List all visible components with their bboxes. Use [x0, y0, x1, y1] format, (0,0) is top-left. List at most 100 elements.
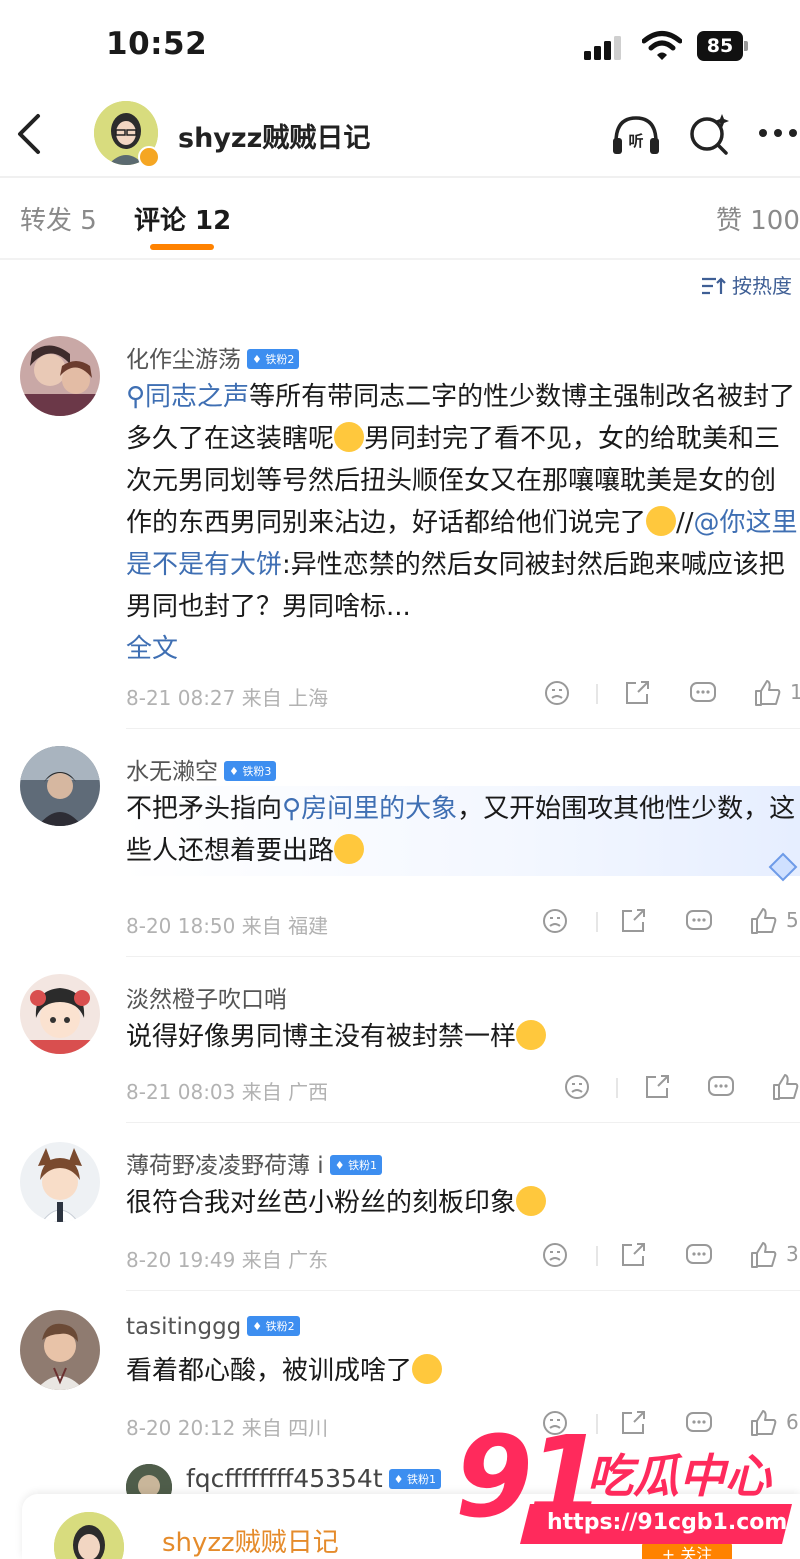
status-bar: 10:52 85 [0, 0, 800, 92]
divider [126, 728, 800, 729]
watermark-url: https://91cgb1.com [547, 1510, 788, 1535]
share-icon[interactable] [622, 678, 652, 708]
fan-badge-label: 铁粉3 [242, 765, 272, 778]
back-icon[interactable] [14, 112, 44, 156]
topic-search-icon: ⚲ [282, 794, 302, 824]
listen-icon[interactable]: 听 [608, 112, 664, 156]
reply-icon[interactable] [684, 1240, 714, 1270]
comment-text: 看着都心酸，被训成啥了 [126, 1350, 798, 1392]
bottom-account-name[interactable]: shyzz贼贼日记 [162, 1522, 339, 1559]
topic-search-icon: ⚲ [126, 382, 146, 412]
comment-text-segment: // [676, 508, 694, 538]
commenter-name-text: 淡然橙子吹口哨 [126, 987, 287, 1013]
topic-link[interactable]: ⚲房间里的大象 [282, 794, 457, 824]
reply-icon[interactable] [688, 678, 718, 708]
more-icon[interactable] [758, 128, 800, 138]
commenter-name-text: 水无濑空 [126, 759, 218, 785]
app-header: shyzz贼贼日记 听 [0, 92, 800, 178]
sort-label: 按热度 [732, 274, 792, 298]
status-time: 10:52 [106, 26, 208, 62]
comment-text-segment: 很符合我对丝芭小粉丝的刻板印象 [126, 1188, 517, 1218]
sort-icon [702, 277, 726, 295]
reply-icon[interactable] [684, 906, 714, 936]
commenter-name[interactable]: tasitinggg ♦ 铁粉2 [126, 1314, 300, 1340]
comment-text-segment: 不把矛头指向 [126, 794, 283, 824]
commenter-avatar[interactable] [20, 336, 100, 416]
divider [126, 956, 800, 957]
tab-likes[interactable]: 赞 100 [716, 200, 800, 237]
comment-meta: 8-20 18:50 来自 福建 [126, 914, 329, 938]
comment-text: 很符合我对丝芭小粉丝的刻板印象 [126, 1182, 798, 1224]
commenter-name[interactable]: fqcffffffff45354t ♦ 铁粉1 [186, 1464, 442, 1493]
commenter-avatar[interactable] [20, 1310, 100, 1390]
comment-meta: 8-20 20:12 来自 四川 [126, 1416, 329, 1440]
dislike-icon[interactable] [540, 1240, 570, 1270]
account-name[interactable]: shyzz贼贼日记 [178, 116, 370, 155]
share-icon[interactable] [642, 1072, 672, 1102]
comment-meta: 8-21 08:27 来自 上海 [126, 686, 329, 710]
fan-badge-label: 铁粉2 [265, 353, 295, 366]
topic-link-text: 房间里的大象 [301, 794, 458, 824]
battery-level: 85 [697, 31, 743, 61]
like-count: 1 [790, 680, 800, 704]
commenter-name-text: 化作尘游荡 [126, 347, 241, 373]
like-count: 3 [786, 1242, 799, 1266]
fan-badge: ♦ 铁粉1 [329, 1155, 383, 1175]
wifi-icon [642, 31, 682, 60]
fan-badge-label: 铁粉2 [265, 1320, 295, 1333]
like-icon[interactable] [770, 1072, 800, 1102]
divider [126, 1122, 800, 1123]
like-icon[interactable] [748, 1240, 778, 1270]
fan-badge: ♦ 铁粉3 [224, 761, 277, 781]
share-icon[interactable] [618, 906, 648, 936]
search-icon[interactable] [688, 110, 732, 156]
commenter-name-text: 薄荷野凌凌野荷薄 i [126, 1153, 324, 1179]
commenter-name-text: fqcffffffff45354t [186, 1464, 383, 1493]
share-icon[interactable] [618, 1240, 648, 1270]
like-icon[interactable] [748, 906, 778, 936]
commenter-name[interactable]: 淡然橙子吹口哨 [126, 980, 287, 1014]
diamond-icon [768, 852, 798, 882]
comment-text-segment: 看着都心酸，被训成啥了 [126, 1356, 413, 1386]
fan-badge: ♦ 铁粉1 [388, 1469, 442, 1489]
fan-badge: ♦ 铁粉2 [247, 1316, 300, 1336]
commenter-name[interactable]: 化作尘游荡 ♦ 铁粉2 [126, 340, 300, 374]
account-avatar[interactable] [54, 1512, 124, 1559]
comment-actions: 5 [540, 906, 800, 938]
commenter-name[interactable]: 薄荷野凌凌野荷薄 i ♦ 铁粉1 [126, 1146, 383, 1180]
shocked-emoji-icon [334, 834, 365, 864]
commenter-avatar[interactable] [20, 974, 100, 1054]
comment-actions: 1 [540, 678, 800, 710]
tab-comments[interactable]: 评论 12 [134, 200, 231, 237]
dislike-icon[interactable] [542, 678, 572, 708]
full-text-link[interactable]: 全文 [126, 634, 178, 664]
fan-badge-label: 铁粉1 [407, 1473, 437, 1486]
topic-link-text: 同志之声 [145, 382, 250, 412]
signal-icon [584, 34, 626, 60]
crying-emoji-icon [412, 1354, 443, 1384]
surprised-emoji-icon [334, 422, 365, 452]
commenter-avatar[interactable] [20, 746, 100, 826]
comment-meta: 8-20 19:49 来自 广东 [126, 1248, 329, 1272]
comment-meta: 8-21 08:03 来自 广西 [126, 1080, 329, 1104]
tab-repost[interactable]: 转发 5 [20, 200, 97, 237]
commenter-name[interactable]: 水无濑空 ♦ 铁粉3 [126, 752, 277, 786]
reply-icon[interactable] [706, 1072, 736, 1102]
laugh-cry-emoji-icon [516, 1186, 547, 1216]
svg-text:听: 听 [628, 132, 643, 150]
comment-text-segment: 说得好像男同博主没有被封禁一样 [126, 1022, 517, 1052]
divider [0, 258, 800, 260]
dislike-icon[interactable] [562, 1072, 592, 1102]
commenter-avatar[interactable] [20, 1142, 100, 1222]
like-icon[interactable] [752, 678, 782, 708]
sort-button[interactable]: 按热度 [700, 270, 792, 299]
comment-actions: 3 [540, 1240, 800, 1272]
tab-bar: 转发 5 评论 12 赞 100 [0, 178, 800, 262]
comment-text: ⚲同志之声等所有带同志二字的性少数博主强制改名被封了多久了在这装瞎呢 男同封完了看… [126, 376, 798, 670]
comment-text: 不把矛头指向⚲房间里的大象，又开始围攻其他性少数，这些人还想着要出路 [126, 788, 798, 872]
divider [126, 1290, 800, 1291]
dislike-icon[interactable] [540, 906, 570, 936]
verified-badge-icon [138, 146, 160, 168]
comment-actions [540, 1072, 800, 1104]
topic-link[interactable]: ⚲同志之声 [126, 382, 249, 412]
